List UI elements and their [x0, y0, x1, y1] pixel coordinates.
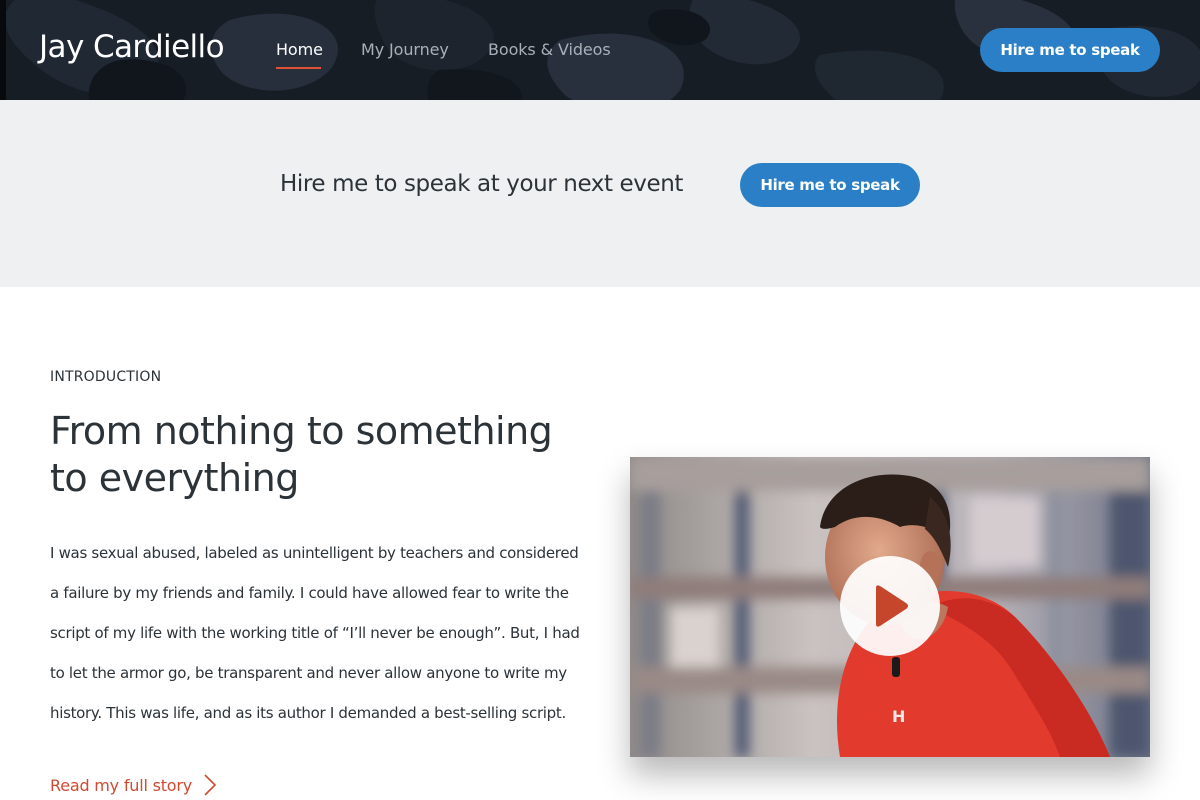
- play-button[interactable]: [840, 556, 940, 656]
- headline-line: to everything: [50, 456, 299, 500]
- hire-me-header-button[interactable]: Hire me to speak: [980, 28, 1160, 72]
- body-line: a failure by my friends and family. I co…: [50, 584, 569, 602]
- read-full-story-label: Read my full story: [50, 775, 193, 795]
- play-icon: [876, 585, 908, 627]
- chevron-right-icon: [204, 774, 217, 796]
- nav-active-indicator: [276, 67, 321, 69]
- cta-text: Hire me to speak at your next event: [280, 171, 684, 197]
- read-full-story-link[interactable]: Read my full story: [50, 774, 217, 796]
- body-line: history. This was life, and as its autho…: [50, 704, 566, 722]
- nav-home[interactable]: Home: [276, 40, 323, 59]
- video-player[interactable]: H: [630, 457, 1150, 757]
- hire-me-cta-button[interactable]: Hire me to speak: [740, 163, 920, 207]
- brand-logo[interactable]: Jay Cardiello: [39, 29, 225, 65]
- nav-books-videos[interactable]: Books & Videos: [488, 40, 611, 59]
- intro-body: I was sexual abused, labeled as unintell…: [50, 533, 590, 733]
- section-eyebrow: INTRODUCTION: [50, 369, 162, 385]
- body-line: to let the armor go, be transparent and …: [50, 664, 567, 682]
- headline-line: From nothing to something: [50, 409, 553, 453]
- body-line: script of my life with the working title…: [50, 624, 580, 642]
- shirt-logo: H: [892, 707, 905, 726]
- intro-headline: From nothing to something to everything: [50, 408, 590, 502]
- body-line: I was sexual abused, labeled as unintell…: [50, 544, 579, 562]
- site-header: Jay Cardiello Home My Journey Books & Vi…: [0, 0, 1200, 100]
- nav-my-journey[interactable]: My Journey: [361, 40, 449, 59]
- header-left-edge: [0, 0, 6, 100]
